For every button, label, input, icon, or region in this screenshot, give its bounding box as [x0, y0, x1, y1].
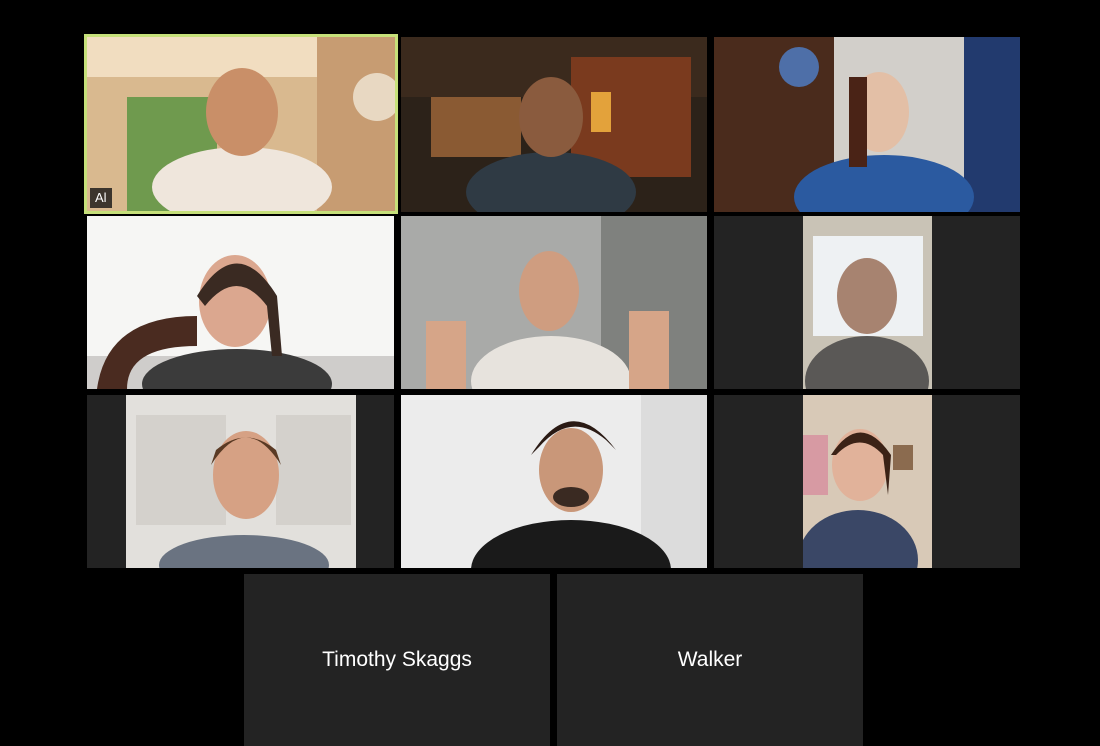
participant-tile-3[interactable] — [714, 37, 1020, 212]
participant-name: Timothy Skaggs — [322, 648, 472, 671]
participant-tile-6[interactable] — [714, 216, 1020, 389]
participant-tile-1[interactable]: Al — [84, 34, 398, 214]
participant-tile-5[interactable] — [401, 216, 707, 389]
participant-tile-2[interactable] — [401, 37, 707, 212]
participant-video — [401, 216, 707, 389]
participant-video — [87, 216, 394, 389]
participant-tile-7[interactable] — [87, 395, 394, 568]
participant-name: Walker — [677, 648, 743, 671]
participant-video — [401, 37, 707, 212]
participant-tile-9[interactable] — [714, 395, 1020, 568]
participant-name-badge: Al — [90, 188, 112, 208]
participant-tile-4[interactable] — [87, 216, 394, 389]
participant-tile-8[interactable] — [401, 395, 707, 568]
participant-video — [401, 395, 707, 568]
participant-video — [126, 395, 356, 568]
participant-video — [714, 37, 1020, 212]
participant-video — [803, 216, 932, 389]
participant-tile-10[interactable]: Timothy Skaggs — [244, 574, 550, 746]
participant-tile-11[interactable]: Walker — [557, 574, 863, 746]
participant-video — [87, 37, 395, 211]
participant-video — [803, 395, 932, 568]
